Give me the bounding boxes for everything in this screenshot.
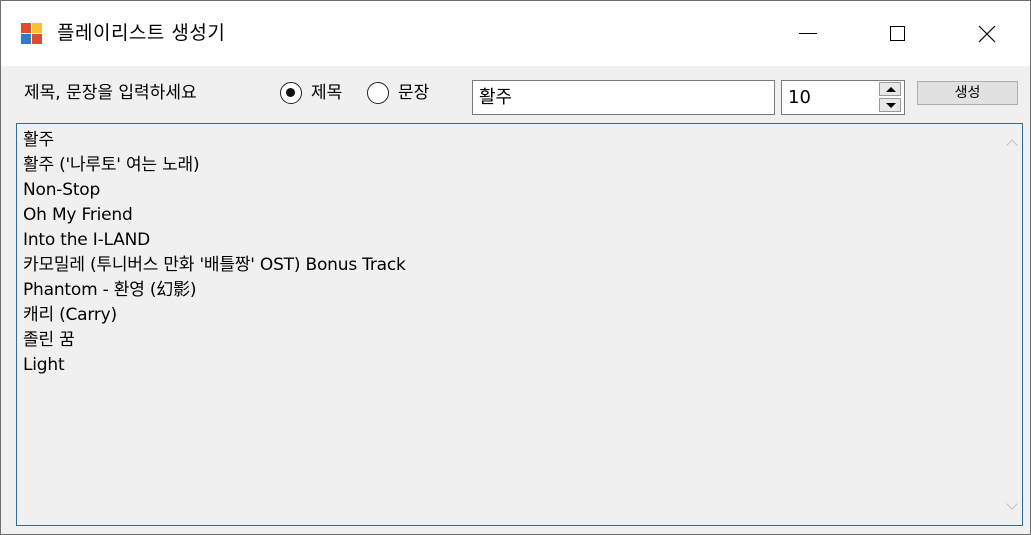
list-item[interactable]: Light <box>23 353 406 378</box>
list-item[interactable]: Oh My Friend <box>23 203 406 228</box>
window-title: 플레이리스트 생성기 <box>57 22 226 44</box>
arrow-down-icon <box>886 103 896 108</box>
maximize-button[interactable] <box>867 1 927 66</box>
list-item[interactable]: 활주 <box>23 128 406 153</box>
list-item[interactable]: 캐리 (Carry) <box>23 303 406 328</box>
count-value[interactable]: 10 <box>788 81 811 114</box>
list-item[interactable]: 활주 ('나루토' 여는 노래) <box>23 153 406 178</box>
radio-title[interactable] <box>280 82 302 104</box>
maximize-icon <box>889 26 905 41</box>
radio-sentence[interactable] <box>367 82 389 104</box>
title-bar[interactable]: 플레이리스트 생성기 <box>1 1 1030 66</box>
vertical-scrollbar[interactable] <box>1002 124 1022 525</box>
stepper-down-button[interactable] <box>879 98 901 112</box>
chevron-down-icon <box>1006 498 1018 510</box>
list-item[interactable]: Into the I-LAND <box>23 228 406 253</box>
app-window: 플레이리스트 생성기 제목, 문장을 입력하세요 제목 문장 활주 10 생성 … <box>0 0 1031 535</box>
list-item[interactable]: Non-Stop <box>23 178 406 203</box>
radio-selected-dot <box>286 88 295 97</box>
results-list: 활주 활주 ('나루토' 여는 노래) Non-Stop Oh My Frien… <box>23 128 406 378</box>
close-icon <box>978 25 996 42</box>
scroll-down-button[interactable] <box>1002 497 1022 517</box>
stepper-buttons <box>879 82 903 113</box>
results-listbox[interactable]: 활주 활주 ('나루토' 여는 노래) Non-Stop Oh My Frien… <box>16 123 1023 526</box>
stepper-up-button[interactable] <box>879 82 901 96</box>
close-button[interactable] <box>957 1 1017 66</box>
minimize-icon <box>799 33 817 34</box>
arrow-up-icon <box>886 87 896 92</box>
list-item[interactable]: 졸린 꿈 <box>23 328 406 353</box>
app-icon <box>21 23 43 45</box>
radio-sentence-label[interactable]: 문장 <box>398 81 429 105</box>
scroll-up-button[interactable] <box>1002 134 1022 154</box>
input-prompt-label: 제목, 문장을 입력하세요 <box>24 83 197 103</box>
minimize-button[interactable] <box>778 1 838 66</box>
query-input[interactable]: 활주 <box>472 80 775 115</box>
list-item[interactable]: Phantom - 환영 (幻影) <box>23 278 406 303</box>
chevron-up-icon <box>1006 139 1018 151</box>
radio-title-label[interactable]: 제목 <box>311 81 342 105</box>
count-stepper[interactable]: 10 <box>781 80 905 115</box>
generate-button[interactable]: 생성 <box>917 81 1018 105</box>
list-item[interactable]: 카모밀레 (투니버스 만화 '배틀짱' OST) Bonus Track <box>23 253 406 278</box>
